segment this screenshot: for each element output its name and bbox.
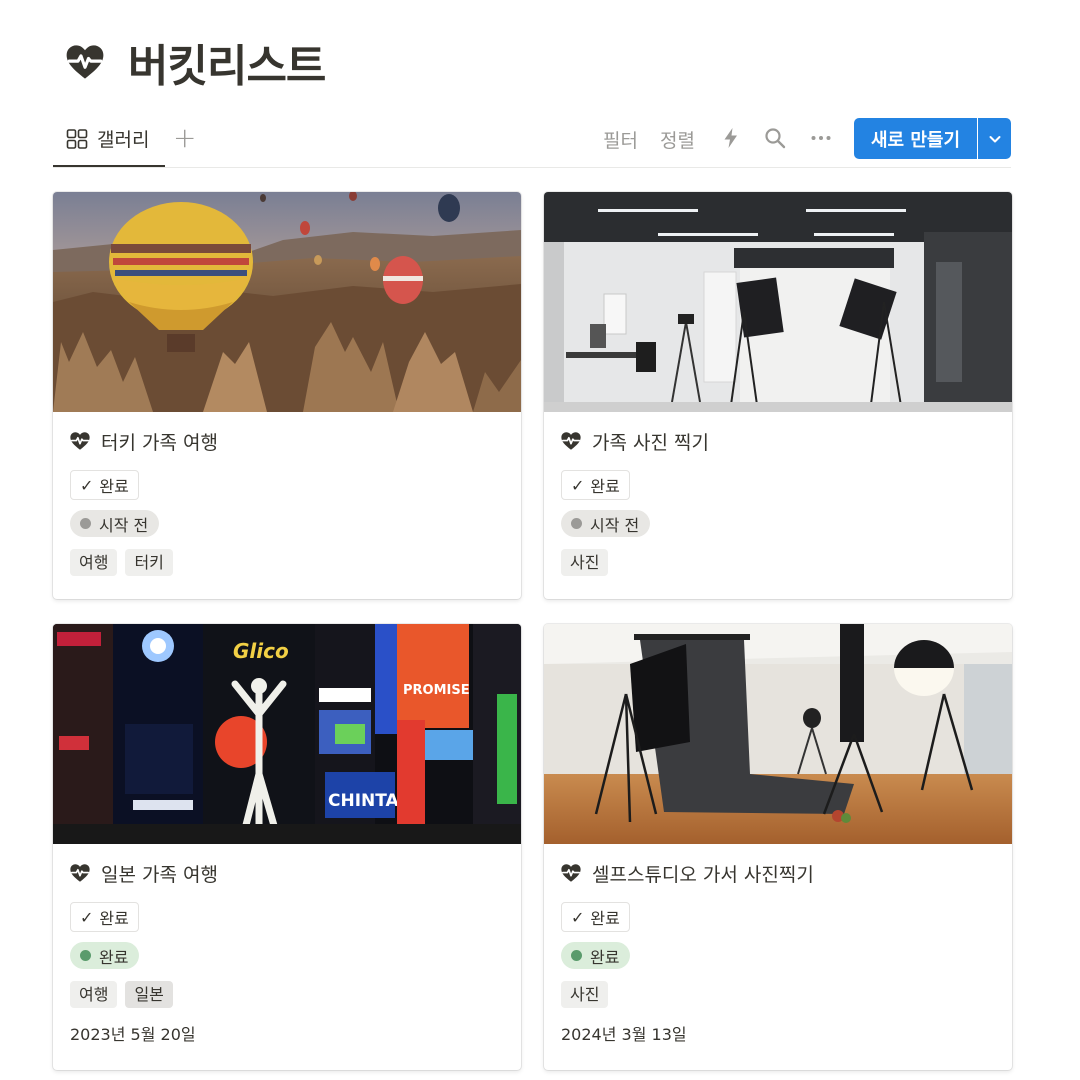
status-dot [571, 950, 582, 961]
tab-gallery-label: 갤러리 [97, 129, 150, 151]
status-label: 완료 [99, 947, 129, 967]
status-label: 완료 [590, 947, 620, 967]
tag-list: 여행 터키 [70, 549, 181, 576]
filter-button[interactable]: 필터 [603, 126, 638, 153]
checkbox-property[interactable]: ✓ 완료 [70, 902, 139, 932]
card-cover-image [544, 624, 1012, 844]
card-title-text: 터키 가족 여행 [101, 431, 218, 454]
card-cover-image [53, 192, 521, 412]
status-badge: 시작 전 [561, 510, 651, 537]
checkmark-icon: ✓ [571, 907, 585, 927]
tag: 사진 [561, 549, 609, 576]
gallery-card[interactable]: Glico CHINTAI PROMISE 일본 가족 여행 ✓ 완료 완료 여… [53, 624, 521, 1070]
add-view-button[interactable]: + [173, 124, 196, 153]
checkbox-property[interactable]: ✓ 완료 [561, 902, 630, 932]
page-header: 버킷리스트 [64, 34, 326, 92]
lightning-icon[interactable] [719, 126, 743, 150]
card-date: 2024년 3월 13일 [561, 1025, 687, 1044]
checkbox-label: 완료 [590, 477, 620, 496]
new-button-dropdown[interactable] [978, 118, 1011, 159]
tag: 여행 [70, 981, 118, 1008]
page-title: 버킷리스트 [128, 41, 326, 92]
status-dot [80, 950, 91, 961]
card-title-text: 셀프스튜디오 가서 사진찍기 [592, 863, 814, 886]
checkbox-label: 완료 [99, 477, 129, 496]
search-icon[interactable] [763, 126, 787, 150]
chevron-down-icon [989, 135, 1000, 142]
card-title[interactable]: 일본 가족 여행 [69, 858, 218, 888]
tag: 사진 [561, 981, 609, 1008]
card-title[interactable]: 셀프스튜디오 가서 사진찍기 [560, 858, 814, 888]
gallery-card[interactable]: 셀프스튜디오 가서 사진찍기 ✓ 완료 완료 사진 2024년 3월 13일 [544, 624, 1012, 1070]
checkmark-icon: ✓ [571, 475, 585, 495]
status-badge: 완료 [70, 942, 140, 969]
gallery-grid-icon [66, 128, 88, 149]
status-badge: 완료 [561, 942, 631, 969]
tag-list: 사진 [561, 981, 616, 1008]
tag: 여행 [70, 549, 118, 576]
sign-chintai: CHINTAI [328, 791, 405, 811]
card-title[interactable]: 터키 가족 여행 [69, 426, 218, 456]
heart-pulse-icon [561, 864, 581, 882]
checkbox-property[interactable]: ✓ 완료 [561, 470, 630, 500]
status-label: 시작 전 [590, 515, 640, 535]
status-label: 시작 전 [99, 515, 149, 535]
tag: 터키 [125, 549, 173, 576]
card-title-text: 일본 가족 여행 [101, 863, 218, 886]
tab-gallery-view[interactable]: 갤러리 [53, 112, 165, 167]
checkbox-label: 완료 [99, 909, 129, 928]
heart-pulse-icon [70, 432, 90, 450]
tag-list: 여행 일본 [70, 981, 181, 1008]
gallery-card[interactable]: 터키 가족 여행 ✓ 완료 시작 전 여행 터키 [53, 192, 521, 599]
sort-button[interactable]: 정렬 [660, 126, 695, 153]
heart-pulse-icon[interactable] [64, 41, 106, 83]
heart-pulse-icon [70, 864, 90, 882]
sign-promise: PROMISE [403, 683, 470, 698]
checkbox-label: 완료 [590, 909, 620, 928]
tag: 일본 [125, 981, 173, 1008]
new-button[interactable]: 새로 만들기 [854, 118, 977, 159]
status-badge: 시작 전 [70, 510, 160, 537]
checkmark-icon: ✓ [80, 475, 94, 495]
heart-pulse-icon [561, 432, 581, 450]
status-dot [571, 518, 582, 529]
card-title-text: 가족 사진 찍기 [592, 431, 709, 454]
checkmark-icon: ✓ [80, 907, 94, 927]
card-cover-image [544, 192, 1012, 412]
tag-list: 사진 [561, 549, 616, 576]
database-toolbar: 갤러리 + 필터 정렬 새로 만들기 [53, 112, 1011, 168]
card-cover-image: Glico CHINTAI PROMISE [53, 624, 521, 844]
checkbox-property[interactable]: ✓ 완료 [70, 470, 139, 500]
status-dot [80, 518, 91, 529]
gallery-card[interactable]: 가족 사진 찍기 ✓ 완료 시작 전 사진 [544, 192, 1012, 599]
sign-glico: Glico [233, 639, 289, 663]
card-date: 2023년 5월 20일 [70, 1025, 196, 1044]
more-options-icon[interactable] [809, 126, 833, 150]
card-title[interactable]: 가족 사진 찍기 [560, 426, 709, 456]
